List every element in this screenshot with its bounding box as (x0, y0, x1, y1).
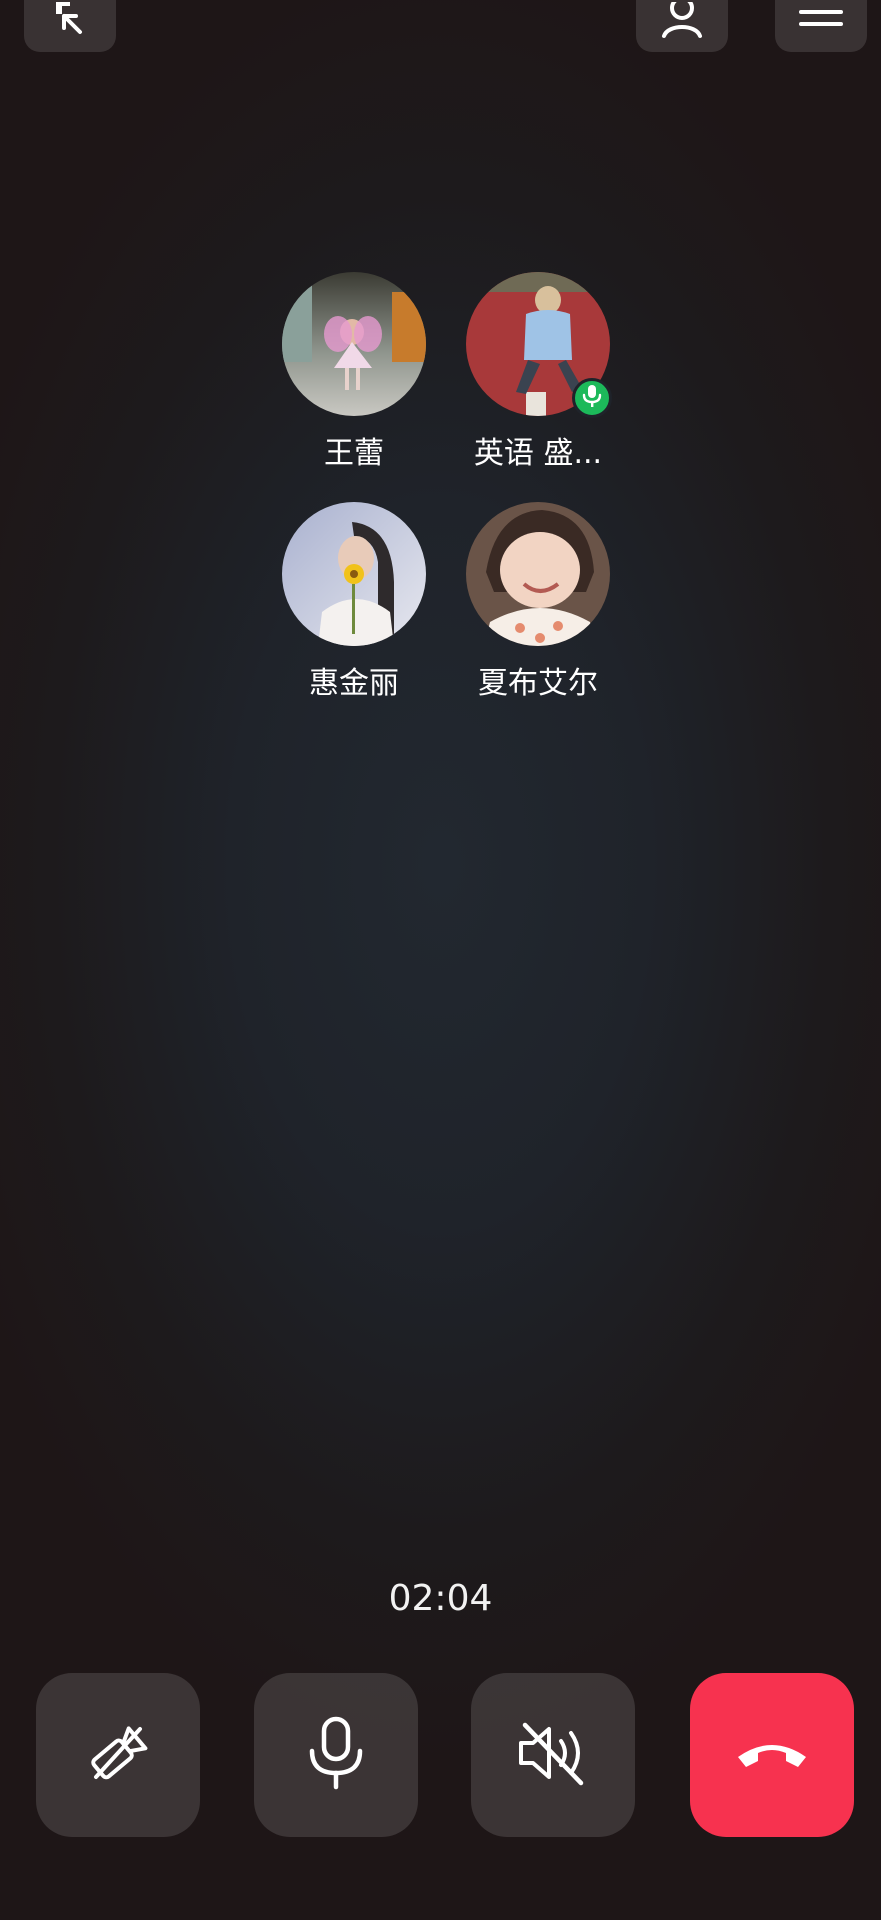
add-person-icon (660, 2, 704, 42)
avatar (466, 502, 610, 646)
avatar-image (282, 272, 426, 416)
microphone-icon (304, 1715, 368, 1795)
participant-tile[interactable]: 惠金丽 (262, 502, 446, 702)
participant-tile[interactable]: 王蕾 (262, 272, 446, 472)
avatar-image (282, 502, 426, 646)
hang-up-icon (732, 1733, 812, 1777)
camera-off-icon (82, 1717, 154, 1793)
speaker-toggle-button[interactable] (471, 1673, 635, 1837)
participant-tile[interactable]: 夏布艾尔 (446, 502, 630, 702)
speaker-off-icon (515, 1717, 591, 1793)
participant-name: 惠金丽 (309, 666, 399, 701)
avatar (282, 502, 426, 646)
hang-up-button[interactable] (690, 1673, 854, 1837)
avatar (466, 272, 612, 418)
avatar-image (466, 502, 610, 646)
menu-icon (799, 6, 843, 42)
minimize-arrow-icon (50, 2, 90, 42)
participant-tile[interactable]: 英语 盛... (446, 272, 630, 472)
participant-name: 夏布艾尔 (478, 666, 598, 701)
microphone-toggle-button[interactable] (254, 1673, 418, 1837)
camera-toggle-button[interactable] (36, 1673, 200, 1837)
participant-name: 英语 盛... (473, 436, 603, 471)
call-duration: 02:04 (388, 1578, 493, 1619)
participant-name: 王蕾 (324, 436, 384, 471)
speaking-indicator (572, 378, 612, 418)
add-member-button[interactable] (636, 0, 728, 52)
avatar (282, 272, 426, 416)
menu-button[interactable] (775, 0, 867, 52)
microphone-icon (581, 384, 603, 412)
minimize-button[interactable] (24, 0, 116, 52)
